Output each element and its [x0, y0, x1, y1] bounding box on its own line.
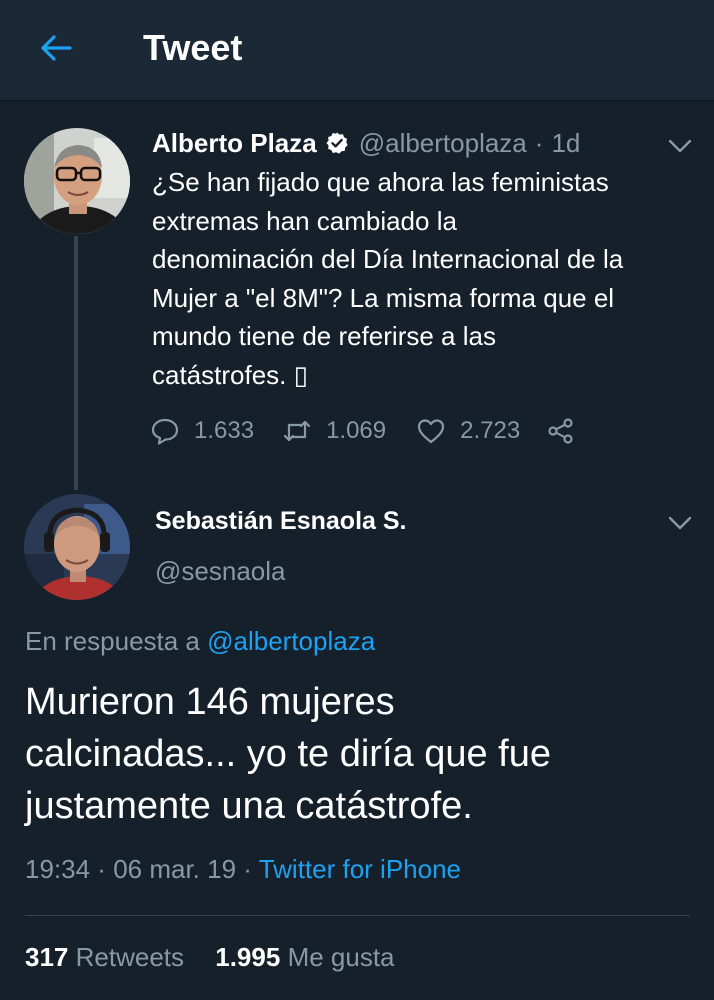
- meta-separator: ·: [236, 854, 259, 884]
- heart-icon: [418, 419, 445, 444]
- share-icon: [548, 418, 573, 444]
- thread-connector: [74, 236, 78, 490]
- retweet-button[interactable]: 1.069: [282, 416, 386, 446]
- reply-button[interactable]: 1.633: [150, 416, 254, 446]
- tweet-menu-button[interactable]: [665, 136, 695, 156]
- reply-author-handle[interactable]: @sesnaola: [155, 556, 285, 587]
- likes-label: Me gusta: [287, 942, 395, 972]
- arrow-left-icon: [41, 35, 72, 61]
- tweet-text: ¿Se han fijado que ahora las feministas …: [152, 167, 624, 390]
- tweet-source-link[interactable]: Twitter for iPhone: [259, 854, 461, 884]
- tweet-time[interactable]: 1d: [551, 128, 580, 159]
- author-handle[interactable]: @albertoplaza: [359, 128, 527, 159]
- reply-count: 1.633: [194, 417, 255, 444]
- like-button[interactable]: 2.723: [416, 416, 520, 446]
- retweet-icon: [283, 420, 311, 442]
- tweet-actions: 1.633 1.069 2.723: [150, 411, 576, 451]
- author-name[interactable]: Alberto Plaza: [152, 128, 317, 159]
- tweet-timestamp: 19:34: [25, 854, 91, 884]
- likes-stat[interactable]: 1.995 Me gusta: [215, 942, 394, 973]
- chevron-down-icon: [668, 139, 692, 153]
- in-reply-label: En respuesta a: [25, 626, 208, 656]
- in-reply-handle-link[interactable]: @albertoplaza: [207, 626, 375, 656]
- likes-count: 1.995: [215, 942, 281, 972]
- verified-badge-icon: [325, 131, 349, 155]
- tweet-date: 06 mar. 19: [113, 854, 237, 884]
- tweet-stats: 317 Retweets 1.995 Me gusta: [25, 942, 395, 973]
- tweet-header: Alberto Plaza @albertoplaza · 1d: [152, 123, 580, 163]
- chevron-down-icon: [668, 516, 692, 530]
- time-separator: ·: [534, 127, 544, 158]
- reply-author-name[interactable]: Sebastián Esnaola S.: [155, 507, 407, 536]
- in-reply-to: En respuesta a @albertoplaza: [25, 626, 375, 657]
- like-count: 2.723: [460, 417, 521, 444]
- avatar-alberto-plaza[interactable]: [24, 128, 130, 234]
- back-button[interactable]: [36, 28, 76, 68]
- top-bar: Tweet: [0, 0, 714, 101]
- reply-icon: [151, 418, 179, 445]
- divider: [25, 915, 690, 916]
- page-title: Tweet: [143, 27, 243, 68]
- retweets-count: 317: [25, 942, 69, 972]
- avatar-sebastian-esnaola[interactable]: [24, 494, 130, 600]
- retweet-count: 1.069: [326, 417, 387, 444]
- retweets-stat[interactable]: 317 Retweets: [25, 942, 184, 973]
- reply-menu-button[interactable]: [665, 513, 695, 533]
- reply-tweet-text: Murieron 146 mujeres calcinadas... yo te…: [25, 681, 551, 827]
- retweets-label: Retweets: [75, 942, 185, 972]
- tweet-meta: 19:34 · 06 mar. 19 · Twitter for iPhone: [25, 854, 461, 885]
- meta-separator: ·: [90, 854, 114, 884]
- share-button[interactable]: [546, 416, 576, 446]
